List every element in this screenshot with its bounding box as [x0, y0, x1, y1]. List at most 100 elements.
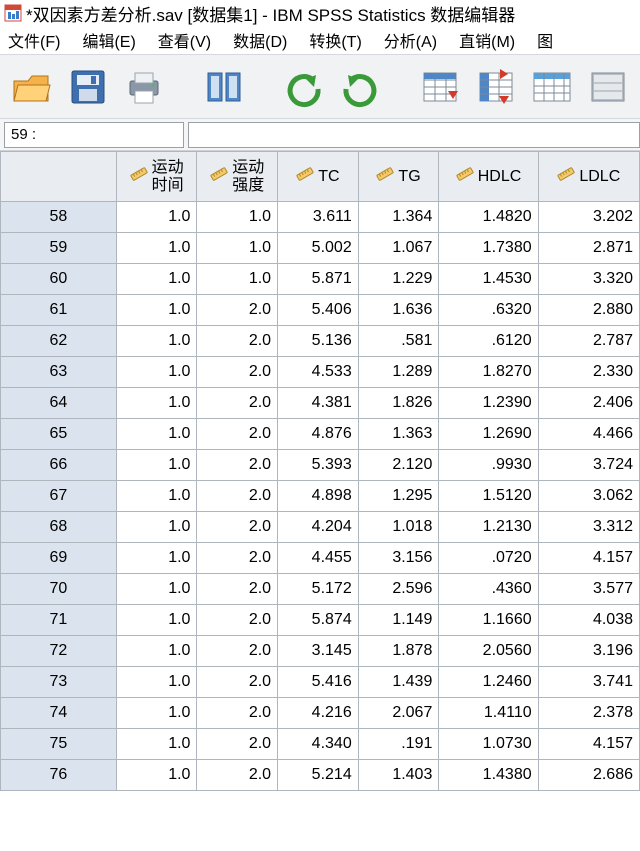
- data-cell[interactable]: 2.0: [197, 698, 278, 729]
- data-cell[interactable]: 1.4110: [439, 698, 538, 729]
- data-cell[interactable]: 5.874: [278, 605, 359, 636]
- data-cell[interactable]: 2.787: [538, 326, 639, 357]
- goto-variable-button[interactable]: [474, 65, 518, 109]
- data-cell[interactable]: 1.878: [358, 636, 439, 667]
- data-cell[interactable]: 3.196: [538, 636, 639, 667]
- data-cell[interactable]: 3.145: [278, 636, 359, 667]
- data-cell[interactable]: 5.002: [278, 233, 359, 264]
- data-cell[interactable]: 2.0: [197, 667, 278, 698]
- data-cell[interactable]: 1.0: [116, 202, 197, 233]
- row-header[interactable]: 64: [1, 388, 117, 419]
- data-cell[interactable]: 5.416: [278, 667, 359, 698]
- data-cell[interactable]: 1.4530: [439, 264, 538, 295]
- data-cell[interactable]: 5.136: [278, 326, 359, 357]
- data-cell[interactable]: .0720: [439, 543, 538, 574]
- data-cell[interactable]: 1.0: [116, 760, 197, 791]
- data-cell[interactable]: 2.0: [197, 574, 278, 605]
- data-cell[interactable]: .191: [358, 729, 439, 760]
- data-cell[interactable]: 5.393: [278, 450, 359, 481]
- data-cell[interactable]: 1.0: [116, 419, 197, 450]
- data-cell[interactable]: 2.686: [538, 760, 639, 791]
- row-header[interactable]: 74: [1, 698, 117, 729]
- row-header[interactable]: 69: [1, 543, 117, 574]
- data-cell[interactable]: 1.0: [116, 450, 197, 481]
- data-cell[interactable]: 4.340: [278, 729, 359, 760]
- data-cell[interactable]: 2.0: [197, 295, 278, 326]
- data-cell[interactable]: 1.0: [197, 202, 278, 233]
- row-header[interactable]: 59: [1, 233, 117, 264]
- menu-file[interactable]: 文件(F): [8, 28, 60, 52]
- data-cell[interactable]: 1.8270: [439, 357, 538, 388]
- undo-button[interactable]: [282, 65, 326, 109]
- col-header-time[interactable]: 运动时间: [116, 152, 197, 202]
- data-cell[interactable]: 2.120: [358, 450, 439, 481]
- row-header[interactable]: 68: [1, 512, 117, 543]
- data-cell[interactable]: 2.0: [197, 481, 278, 512]
- data-cell[interactable]: 1.5120: [439, 481, 538, 512]
- data-cell[interactable]: 1.018: [358, 512, 439, 543]
- data-cell[interactable]: 2.378: [538, 698, 639, 729]
- data-cell[interactable]: 1.0: [116, 357, 197, 388]
- data-cell[interactable]: 2.0: [197, 388, 278, 419]
- row-header[interactable]: 60: [1, 264, 117, 295]
- print-button[interactable]: [122, 65, 166, 109]
- data-cell[interactable]: 1.363: [358, 419, 439, 450]
- goto-case-button[interactable]: [418, 65, 462, 109]
- data-cell[interactable]: 2.406: [538, 388, 639, 419]
- row-header[interactable]: 75: [1, 729, 117, 760]
- data-cell[interactable]: 3.611: [278, 202, 359, 233]
- data-cell[interactable]: 1.636: [358, 295, 439, 326]
- data-cell[interactable]: 2.0: [197, 760, 278, 791]
- row-header[interactable]: 65: [1, 419, 117, 450]
- data-cell[interactable]: 1.0: [116, 326, 197, 357]
- data-cell[interactable]: 1.0: [116, 574, 197, 605]
- col-header-tg[interactable]: TG: [358, 152, 439, 202]
- data-cell[interactable]: 3.320: [538, 264, 639, 295]
- data-cell[interactable]: 1.4820: [439, 202, 538, 233]
- recall-dialog-button[interactable]: [202, 65, 246, 109]
- data-cell[interactable]: 1.0730: [439, 729, 538, 760]
- data-cell[interactable]: 5.406: [278, 295, 359, 326]
- data-cell[interactable]: 1.289: [358, 357, 439, 388]
- data-cell[interactable]: 1.067: [358, 233, 439, 264]
- menu-view[interactable]: 查看(V): [158, 28, 211, 52]
- data-cell[interactable]: 4.381: [278, 388, 359, 419]
- data-cell[interactable]: 1.0: [116, 605, 197, 636]
- row-header[interactable]: 58: [1, 202, 117, 233]
- cell-name-box[interactable]: 59 :: [4, 122, 184, 148]
- data-cell[interactable]: 1.0: [116, 264, 197, 295]
- redo-button[interactable]: [338, 65, 382, 109]
- row-header[interactable]: 73: [1, 667, 117, 698]
- menu-transform[interactable]: 转换(T): [309, 28, 361, 52]
- data-cell[interactable]: 2.0: [197, 450, 278, 481]
- data-cell[interactable]: 1.0: [116, 729, 197, 760]
- data-cell[interactable]: 1.149: [358, 605, 439, 636]
- row-header[interactable]: 70: [1, 574, 117, 605]
- data-cell[interactable]: 1.0: [116, 481, 197, 512]
- data-cell[interactable]: 1.0: [116, 698, 197, 729]
- data-cell[interactable]: .581: [358, 326, 439, 357]
- menu-data[interactable]: 数据(D): [233, 28, 287, 52]
- data-cell[interactable]: 1.364: [358, 202, 439, 233]
- data-cell[interactable]: 3.741: [538, 667, 639, 698]
- data-cell[interactable]: 4.216: [278, 698, 359, 729]
- data-cell[interactable]: 1.0: [197, 264, 278, 295]
- data-cell[interactable]: 1.439: [358, 667, 439, 698]
- row-header[interactable]: 63: [1, 357, 117, 388]
- row-header[interactable]: 66: [1, 450, 117, 481]
- data-cell[interactable]: 2.0: [197, 636, 278, 667]
- data-cell[interactable]: 2.067: [358, 698, 439, 729]
- data-cell[interactable]: 1.0: [197, 233, 278, 264]
- menu-analyze[interactable]: 分析(A): [384, 28, 437, 52]
- row-header[interactable]: 76: [1, 760, 117, 791]
- data-cell[interactable]: 4.898: [278, 481, 359, 512]
- data-cell[interactable]: 4.533: [278, 357, 359, 388]
- data-cell[interactable]: 2.0560: [439, 636, 538, 667]
- col-header-strength[interactable]: 运动强度: [197, 152, 278, 202]
- data-cell[interactable]: .6320: [439, 295, 538, 326]
- data-cell[interactable]: 5.214: [278, 760, 359, 791]
- save-button[interactable]: [66, 65, 110, 109]
- cell-value-box[interactable]: [188, 122, 640, 148]
- row-header[interactable]: 67: [1, 481, 117, 512]
- data-cell[interactable]: 4.157: [538, 729, 639, 760]
